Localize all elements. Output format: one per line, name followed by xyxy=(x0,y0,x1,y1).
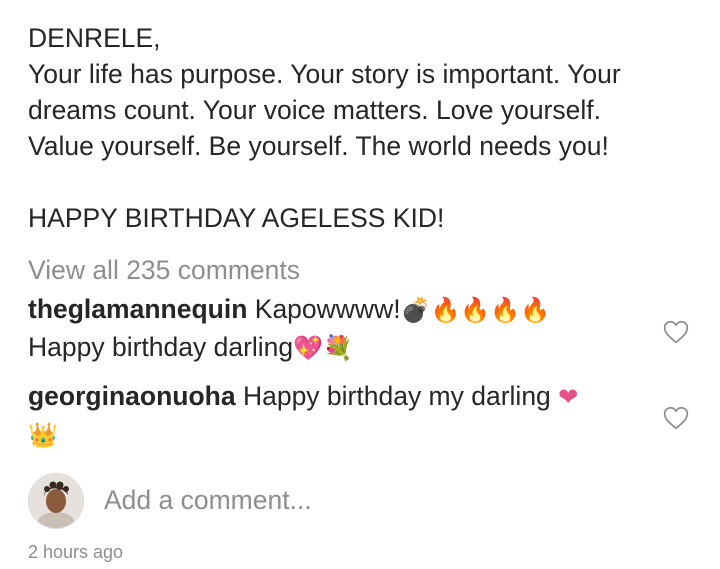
post-timestamp: 2 hours ago xyxy=(28,542,124,562)
caption-line: HAPPY BIRTHDAY AGELESS KID! xyxy=(28,203,445,233)
comment-emoji: ❤ xyxy=(558,384,579,411)
comment-username[interactable]: theglamannequin xyxy=(28,294,247,324)
comment-emoji: 👑 xyxy=(28,422,58,449)
like-comment-heart-icon[interactable] xyxy=(663,320,689,344)
avatar[interactable] xyxy=(28,473,84,529)
caption-line: dreams count. Your voice matters. Love y… xyxy=(28,95,601,125)
comment-item: theglamannequin Kapowwww!💣🔥🔥🔥🔥 Happy bir… xyxy=(28,291,658,367)
avatar-image-icon xyxy=(29,474,83,528)
caption-line: Your life has purpose. Your story is imp… xyxy=(28,59,621,89)
comment-emoji: 💣🔥🔥🔥🔥 xyxy=(400,297,550,324)
comment-item: georginaonuoha Happy birthday my darling… xyxy=(28,378,658,454)
comment-emoji: 💖💐 xyxy=(293,335,353,362)
caption-line: Value yourself. Be yourself. The world n… xyxy=(28,131,609,161)
comment-text: Happy birthday darling xyxy=(28,332,294,362)
comment-text: Happy birthday my darling xyxy=(242,381,551,411)
caption-line: DENRELE, xyxy=(28,23,161,53)
add-comment-input[interactable] xyxy=(104,483,664,517)
like-comment-heart-icon[interactable] xyxy=(663,406,689,430)
comment-username[interactable]: georginaonuoha xyxy=(28,381,236,411)
post-caption: DENRELE, Your life has purpose. Your sto… xyxy=(28,20,688,236)
view-all-comments-link[interactable]: View all 235 comments xyxy=(28,253,300,287)
add-comment-row xyxy=(28,473,688,529)
comment-text: Kapowwww! xyxy=(254,294,401,324)
